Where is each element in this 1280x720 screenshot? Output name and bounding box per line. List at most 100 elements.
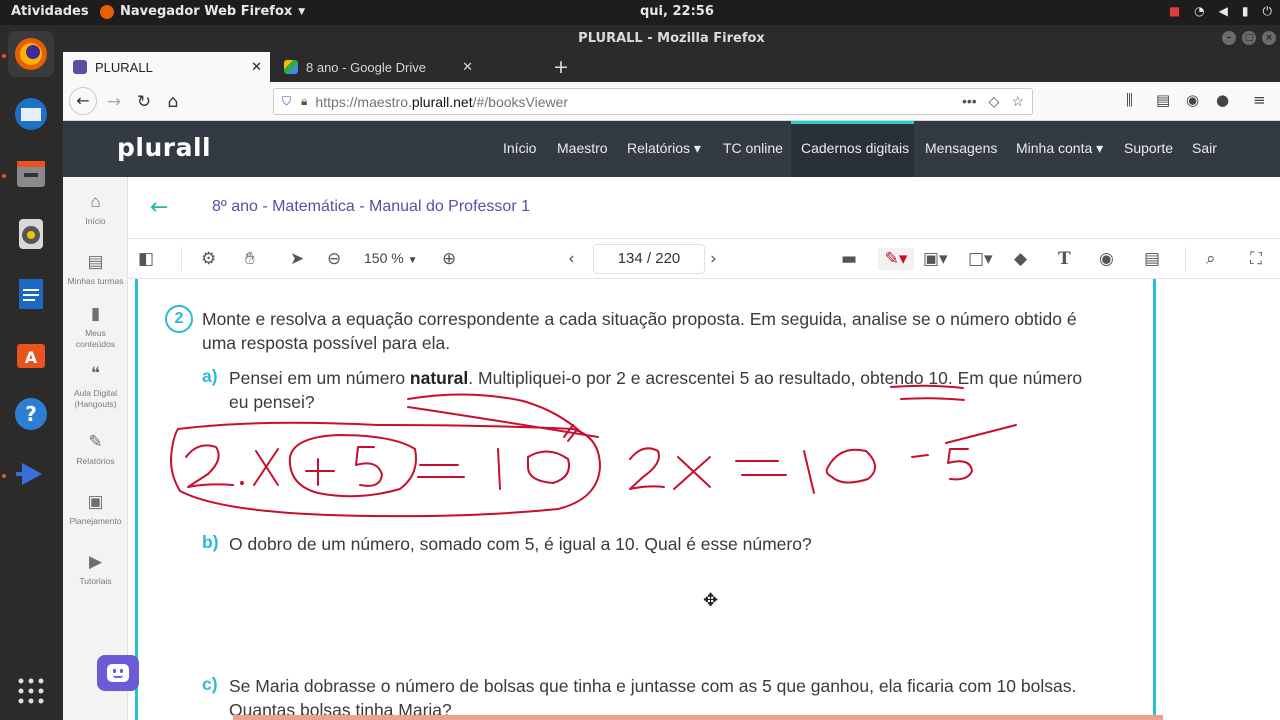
firefox-dock-icon[interactable] [8,31,54,77]
zoom-out-icon[interactable]: ⊖ [327,248,341,270]
activities-button[interactable]: Atividades [11,4,89,19]
pan-hand-icon[interactable]: ✋︎ [245,248,255,270]
close-tab-icon[interactable]: ✕ [462,59,473,75]
page-actions-icon[interactable]: ••• [962,93,977,110]
next-page-icon[interactable]: › [710,248,717,270]
tab-strip: PLURALL ✕ 8 ano - Google Drive ✕ + [63,52,1280,82]
sidebar-toggle-icon[interactable]: ▤ [1156,91,1170,109]
sidebar-item-relatorios[interactable]: ✎ Relatórios [63,433,128,467]
ink-pen-icon[interactable]: ✎▾ [878,248,914,270]
text-box-icon[interactable]: ▣▾ [923,248,948,270]
book-title-bar: ← 8º ano - Matemática - Manual do Profes… [128,177,1280,239]
page-number-input[interactable]: 134 / 220 [593,244,705,274]
lock-icon[interactable]: 🔒︎ [301,94,307,109]
library-icon[interactable]: ⫼ [1126,91,1133,109]
wifi-icon: ◔ [1194,4,1205,18]
sidebar-item-tutoriais[interactable]: ▶ Tutoriais [63,553,128,587]
zoom-in-icon[interactable]: ⊕ [442,248,456,270]
back-arrow-icon[interactable]: ← [150,195,168,220]
nav-cadernos-digitais[interactable]: Cadernos digitais [801,140,909,156]
sidebar-item-label: Relatórios [76,456,115,466]
url-bar[interactable]: ⛉ 🔒︎ https://maestro.plurall.net/#/books… [273,88,1033,115]
close-tab-icon[interactable]: ✕ [251,59,262,75]
nav-inicio[interactable]: Início [503,140,536,156]
navigation-toolbar: ← → ↻ ⌂ ⛉ 🔒︎ https://maestro.plurall.net… [63,82,1280,121]
forward-button[interactable]: → [103,91,125,113]
home-button[interactable]: ⌂ [162,91,184,113]
tab-plurall[interactable]: PLURALL ✕ [63,52,270,82]
sidebar-item-label: Minhas turmas [67,276,124,286]
reload-button[interactable]: ↻ [133,91,155,113]
rhythmbox-icon[interactable] [8,211,54,257]
document-viewport[interactable]: 2 Monte e resolva a equação corresponden… [128,279,1280,720]
screen-recorder-icon[interactable] [8,451,54,497]
settings-gear-icon[interactable]: ⚙ [201,248,216,270]
close-window-button[interactable]: × [1262,31,1276,45]
sidebar-item-inicio[interactable]: ⌂ Início [63,193,128,227]
sidebar-item-meus-conteudos[interactable]: ▮ Meus conteúdos [63,305,128,350]
camera-icon: ■ [1168,4,1181,18]
nav-relatorios[interactable]: Relatórios ▾ [627,140,701,157]
maximize-button[interactable]: □ [1242,31,1256,45]
pocket-icon[interactable]: ◇ [989,93,1000,110]
fullscreen-icon[interactable]: ⛶ [1250,248,1262,270]
eraser-icon[interactable]: ◆ [1014,248,1027,270]
nav-suporte[interactable]: Suporte [1124,140,1173,156]
running-indicator [2,174,6,178]
text-tool-icon[interactable]: T [1058,248,1071,270]
svg-text:?: ? [25,402,37,426]
clock[interactable]: qui, 22:56 [640,4,714,19]
plurall-logo[interactable]: plurall [117,133,211,162]
app-menu[interactable]: Navegador Web Firefox ▼ [100,4,305,19]
comment-icon[interactable]: ▬ [841,248,857,270]
extension-icon[interactable]: ● [1216,91,1229,109]
plurall-favicon [73,60,87,74]
new-tab-button[interactable]: + [553,56,569,78]
files-icon[interactable] [8,151,54,197]
previous-page-icon[interactable]: ‹ [568,248,575,270]
nav-sair[interactable]: Sair [1192,140,1217,156]
writer-icon[interactable] [8,271,54,317]
select-pointer-icon[interactable]: ➤ [290,248,304,270]
move-cursor-icon: ✥ [703,590,719,611]
report-icon: ✎ [88,432,103,451]
power-icon: ⏻ [1262,4,1273,18]
volume-icon: ◀ [1218,4,1228,18]
app-menu-label: Navegador Web Firefox [120,4,293,19]
eye-icon[interactable]: ◉ [1099,248,1114,270]
nav-minha-conta[interactable]: Minha conta ▾ [1016,140,1103,157]
shape-icon[interactable]: □▾ [968,248,993,270]
minimize-button[interactable]: – [1222,31,1236,45]
sidebar-item-planejamento[interactable]: ▣ Planejamento [63,493,128,527]
software-center-icon[interactable]: A [8,331,54,377]
help-icon[interactable]: ? [8,391,54,437]
app-grid-icon[interactable] [8,668,54,714]
thunderbird-icon[interactable] [8,91,54,137]
window-title: PLURALL - Mozilla Firefox [578,31,765,46]
bookmark-star-icon[interactable]: ☆ [1011,93,1024,110]
tab-google-drive[interactable]: 8 ano - Google Drive ✕ [274,52,481,82]
google-drive-favicon [284,60,298,74]
sidebar-item-minhas-turmas[interactable]: ▤ Minhas turmas [63,253,128,287]
toolbar-divider [1185,247,1186,271]
system-top-bar: Atividades Navegador Web Firefox ▼ qui, … [0,0,1280,25]
search-icon[interactable]: ⌕ [1206,248,1216,270]
menu-icon[interactable]: ≡ [1253,91,1266,109]
sidebar-item-aula-digital[interactable]: ❝ Aula Digital (Hangouts) [63,365,128,410]
back-button[interactable]: ← [69,87,97,115]
account-icon[interactable]: ◉ [1186,91,1199,109]
tracking-protection-icon[interactable]: ⛉ [282,94,291,109]
viewer-toolbar: ◧ ⚙ ✋︎ ➤ ⊖ 150 % ▼ ⊕ ‹ 134 / 220 › ▬ ✎▾ … [128,239,1280,279]
nav-mensagens[interactable]: Mensagens [925,140,997,156]
home-icon: ⌂ [90,192,101,211]
zoom-dropdown[interactable]: 150 % ▼ [364,250,418,266]
tab-label: 8 ano - Google Drive [306,59,426,75]
sidebar-panel-icon[interactable]: ◧ [138,248,154,270]
system-tray[interactable]: ■ ◔ ◀ ▮ ⏻ [1169,4,1272,19]
nav-maestro[interactable]: Maestro [557,140,608,156]
notes-icon[interactable]: ▤ [1144,248,1160,270]
chat-assistant-button[interactable] [97,655,139,691]
nav-tc-online[interactable]: TC online [723,140,783,156]
tab-label: PLURALL [95,59,153,75]
sidebar-item-label: Tutoriais [79,576,112,586]
